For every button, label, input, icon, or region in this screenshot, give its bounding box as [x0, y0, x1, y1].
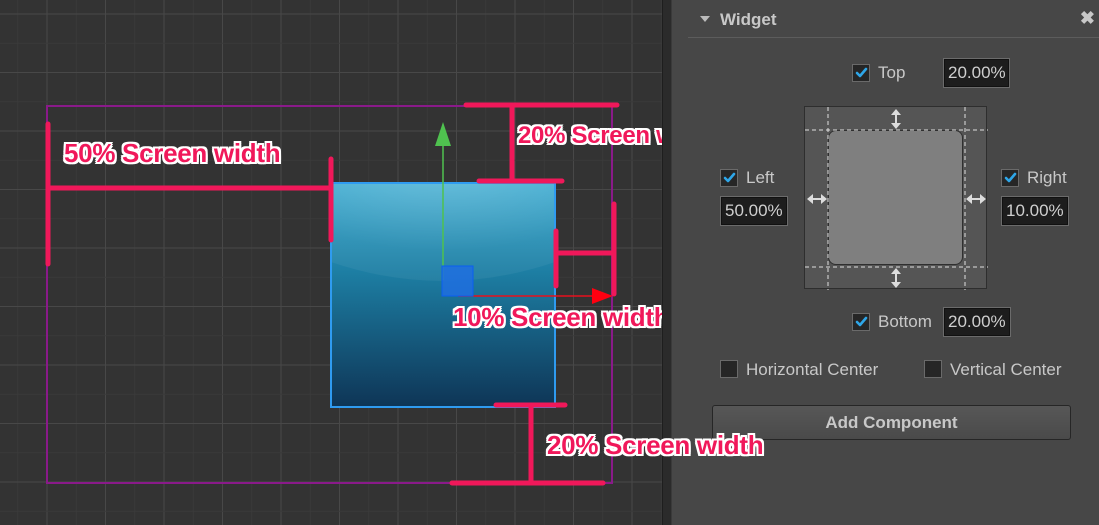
top-checkbox[interactable] [852, 64, 870, 82]
top-value-input[interactable] [943, 58, 1010, 88]
remove-component-close-icon[interactable]: ✖ [1080, 9, 1095, 27]
add-component-button[interactable]: Add Component [712, 405, 1071, 440]
checkmark-icon [855, 316, 868, 327]
right-anchor-arrow-icon [966, 194, 986, 204]
left-label: Left [746, 168, 775, 187]
top-margin-annotation: 20% Screen width [518, 122, 662, 149]
right-checkbox[interactable] [1001, 169, 1019, 187]
horizontal-center-label: Horizontal Center [746, 360, 879, 379]
checkmark-icon [855, 67, 868, 78]
vertical-center-label: Vertical Center [950, 360, 1062, 379]
right-label: Right [1027, 168, 1067, 187]
vertical-center-checkbox[interactable] [924, 360, 942, 378]
top-label: Top [878, 63, 906, 82]
gizmo-center-handle[interactable] [441, 265, 474, 297]
bottom-checkbox[interactable] [852, 313, 870, 331]
anchor-guides [805, 107, 988, 290]
bottom-anchor-arrow-icon [891, 268, 901, 288]
left-anchor-arrow-icon [807, 194, 827, 204]
widget-component-header[interactable]: Widget ✖ [688, 0, 1099, 38]
horizontal-center-checkbox[interactable] [720, 360, 738, 378]
gizmo-y-arrowhead[interactable] [435, 122, 451, 146]
collapse-caret-icon[interactable] [700, 16, 710, 22]
left-checkbox[interactable] [720, 169, 738, 187]
bottom-value-input[interactable] [943, 307, 1011, 337]
bottom-label: Bottom [878, 312, 932, 331]
right-margin-annotation: 10% Screen width [453, 302, 662, 332]
anchor-preview [804, 106, 988, 290]
checkmark-icon [1004, 172, 1017, 183]
checkmark-icon [723, 172, 736, 183]
right-value-input[interactable] [1001, 196, 1069, 226]
component-title: Widget [720, 10, 777, 29]
left-value-input[interactable] [720, 196, 788, 226]
bottom-margin-annotation: 20% Screen width [547, 430, 764, 460]
top-anchor-arrow-icon [891, 109, 901, 129]
left-margin-annotation: 50% Screen width [64, 138, 281, 168]
